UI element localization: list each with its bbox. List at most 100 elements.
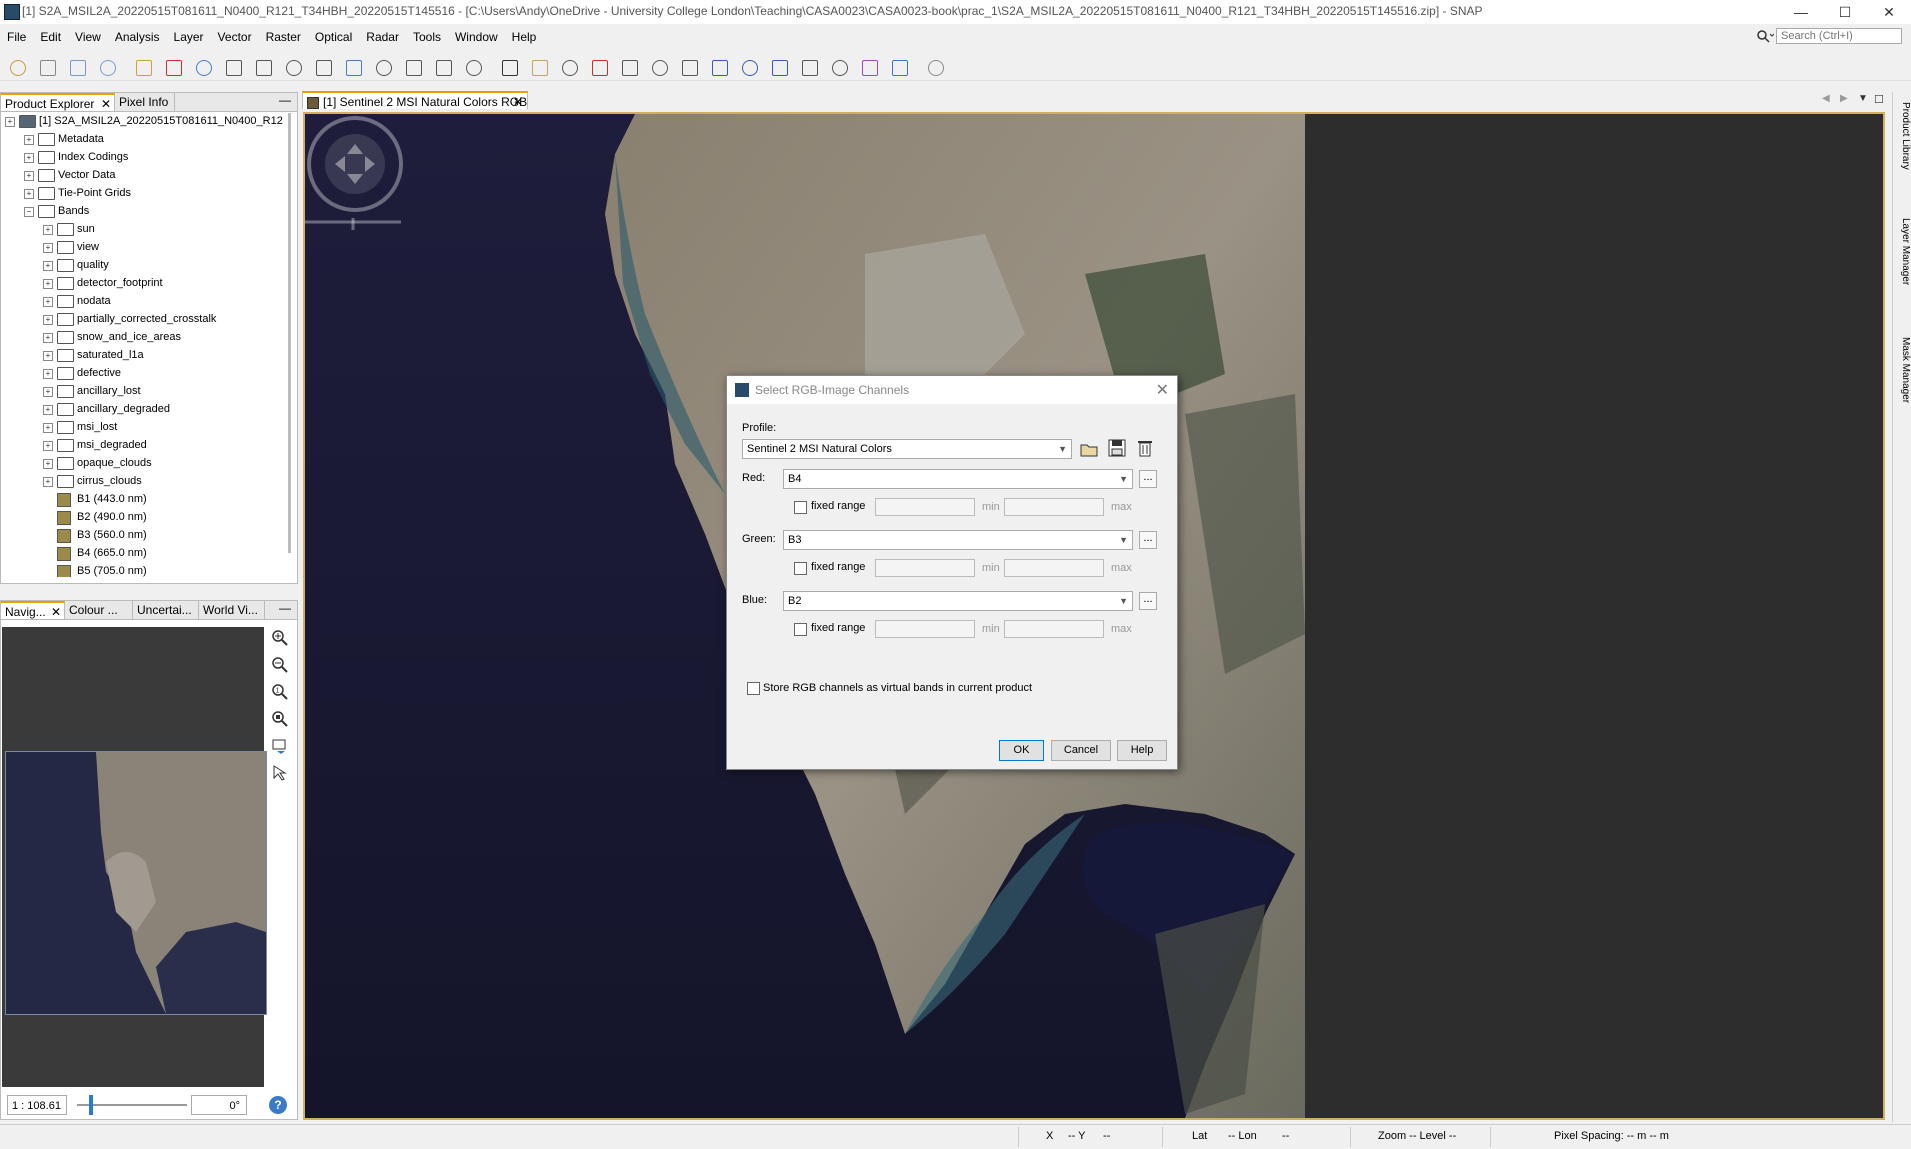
- pan-compass-icon[interactable]: [305, 114, 405, 234]
- tab-layer-manager[interactable]: Layer Manager: [1895, 218, 1911, 285]
- zoom-tool-icon[interactable]: [558, 56, 580, 78]
- scroll-tabs-right-icon[interactable]: ▶: [1840, 93, 1848, 104]
- expand-icon[interactable]: +: [43, 423, 53, 433]
- layout-icon[interactable]: [924, 56, 946, 78]
- tab-navigation[interactable]: Navig... ✕: [1, 601, 65, 619]
- information-icon[interactable]: [342, 56, 364, 78]
- cancel-button[interactable]: Cancel: [1051, 740, 1111, 761]
- close-window-button[interactable]: ✕: [1867, 0, 1911, 24]
- expand-icon[interactable]: +: [43, 243, 53, 253]
- tree-node[interactable]: + quality: [1, 256, 283, 274]
- select-tool-icon[interactable]: [798, 56, 820, 78]
- menu-analysis[interactable]: Analysis: [108, 27, 167, 47]
- expand-icon[interactable]: +: [24, 171, 34, 181]
- expand-icon[interactable]: +: [43, 477, 53, 487]
- expand-icon[interactable]: +: [43, 405, 53, 415]
- sync-cursor-icon[interactable]: [271, 764, 289, 782]
- menu-help[interactable]: Help: [505, 27, 544, 47]
- tree-node[interactable]: + partially_corrected_crosstalk: [1, 310, 283, 328]
- tree-node[interactable]: B5 (705.0 nm): [1, 562, 283, 577]
- tab-world-view[interactable]: World Vi...: [199, 601, 265, 619]
- pin-icon[interactable]: [588, 56, 610, 78]
- profile-plot-icon[interactable]: [312, 56, 334, 78]
- green-fixed-range-checkbox[interactable]: [794, 562, 807, 575]
- tree-node[interactable]: B1 (443.0 nm): [1, 490, 283, 508]
- close-tab-icon[interactable]: ✕: [101, 95, 111, 113]
- expand-icon[interactable]: +: [43, 315, 53, 325]
- tree-node[interactable]: + saturated_l1a: [1, 346, 283, 364]
- green-min-field[interactable]: [875, 559, 975, 577]
- search-icon[interactable]: [1756, 29, 1774, 43]
- search-input[interactable]: [1776, 28, 1902, 44]
- menu-layer[interactable]: Layer: [167, 27, 211, 47]
- open-profile-icon[interactable]: [1079, 439, 1099, 459]
- tree-node[interactable]: + ancillary_lost: [1, 382, 283, 400]
- expand-icon[interactable]: +: [43, 225, 53, 235]
- zoom-out-icon[interactable]: [271, 656, 289, 674]
- help-button[interactable]: Help: [1117, 740, 1167, 761]
- ok-button[interactable]: OK: [999, 740, 1044, 761]
- maximize-button[interactable]: ☐: [1823, 0, 1867, 24]
- red-max-field[interactable]: [1004, 498, 1104, 516]
- menu-window[interactable]: Window: [448, 27, 505, 47]
- tab-pixel-info[interactable]: Pixel Info: [115, 93, 175, 111]
- tree-node[interactable]: + snow_and_ice_areas: [1, 328, 283, 346]
- tree-node[interactable]: + opaque_clouds: [1, 454, 283, 472]
- blue-expression-button[interactable]: ...: [1139, 592, 1157, 610]
- range-finder-icon[interactable]: [828, 56, 850, 78]
- expand-icon[interactable]: +: [43, 369, 53, 379]
- magic-wand-icon[interactable]: [858, 56, 880, 78]
- tree-node[interactable]: + Vector Data: [1, 166, 283, 184]
- expand-icon[interactable]: +: [43, 261, 53, 271]
- histogram-icon[interactable]: [192, 56, 214, 78]
- tree-node[interactable]: + msi_degraded: [1, 436, 283, 454]
- statistics-icon[interactable]: [222, 56, 244, 78]
- green-channel-select[interactable]: B3 ▼: [783, 530, 1133, 550]
- tree-node[interactable]: + Index Codings: [1, 148, 283, 166]
- tree-node[interactable]: − Bands: [1, 202, 283, 220]
- tree-node[interactable]: + ancillary_degraded: [1, 400, 283, 418]
- store-virtual-bands-checkbox[interactable]: [747, 682, 760, 695]
- red-fixed-range-checkbox[interactable]: [794, 501, 807, 514]
- close-tab-icon[interactable]: ✕: [513, 93, 523, 111]
- geocoding-icon[interactable]: [372, 56, 394, 78]
- mask-icon[interactable]: [402, 56, 424, 78]
- tree-node[interactable]: + nodata: [1, 292, 283, 310]
- delete-profile-icon[interactable]: [1135, 438, 1155, 458]
- sync-views-icon[interactable]: [271, 737, 289, 755]
- tree-node[interactable]: + Tie-Point Grids: [1, 184, 283, 202]
- tree-node[interactable]: B2 (490.0 nm): [1, 508, 283, 526]
- tree-node[interactable]: B4 (665.0 nm): [1, 544, 283, 562]
- zoom-slider-thumb[interactable]: [89, 1095, 93, 1115]
- expand-icon[interactable]: +: [43, 297, 53, 307]
- tree-node[interactable]: + [1] S2A_MSIL2A_20220515T081611_N0400_R1…: [1, 112, 283, 130]
- menu-view[interactable]: View: [68, 27, 108, 47]
- blue-fixed-range-checkbox[interactable]: [794, 623, 807, 636]
- collapse-icon[interactable]: −: [24, 207, 34, 217]
- tab-list-icon[interactable]: ▼: [1858, 93, 1868, 104]
- draw-polygon-icon[interactable]: [738, 56, 760, 78]
- save-profile-icon[interactable]: [1107, 438, 1127, 458]
- profile-select[interactable]: Sentinel 2 MSI Natural Colors ▼: [742, 439, 1072, 459]
- band-maths-icon[interactable]: [132, 56, 154, 78]
- tree-node[interactable]: + msi_lost: [1, 418, 283, 436]
- graph-builder-icon[interactable]: [432, 56, 454, 78]
- close-dialog-icon[interactable]: ✕: [1156, 380, 1169, 400]
- rgb-image-icon[interactable]: [162, 56, 184, 78]
- zoom-actual-icon[interactable]: 1: [271, 683, 289, 701]
- undo-icon[interactable]: [66, 56, 88, 78]
- zoom-in-icon[interactable]: [271, 629, 289, 647]
- draw-ellipse-icon[interactable]: [768, 56, 790, 78]
- blue-max-field[interactable]: [1004, 620, 1104, 638]
- expand-icon[interactable]: +: [43, 333, 53, 343]
- zoom-slider-track[interactable]: [77, 1104, 187, 1106]
- tab-colour-manipulation[interactable]: Colour ...: [65, 601, 133, 619]
- redo-icon[interactable]: [96, 56, 118, 78]
- navigation-thumbnail[interactable]: [5, 751, 267, 1015]
- tab-uncertainty[interactable]: Uncertai...: [133, 601, 199, 619]
- world-map-icon[interactable]: [888, 56, 910, 78]
- menu-edit[interactable]: Edit: [33, 27, 68, 47]
- blue-channel-select[interactable]: B2 ▼: [783, 591, 1133, 611]
- draw-line-icon[interactable]: [648, 56, 670, 78]
- minimize-panel-icon[interactable]: —: [279, 601, 291, 615]
